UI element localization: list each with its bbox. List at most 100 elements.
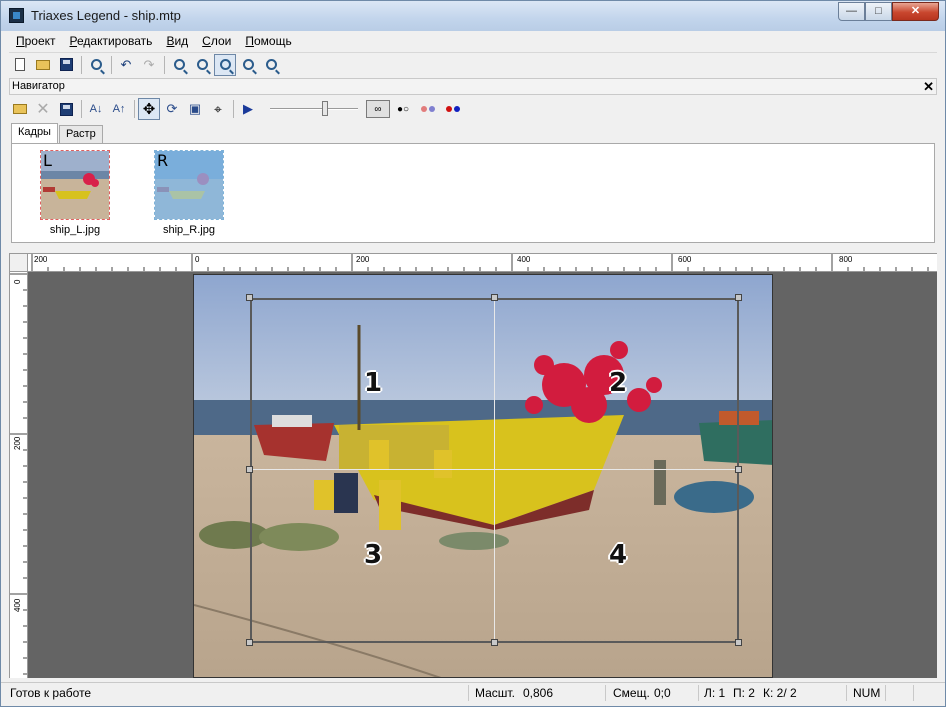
menu-view[interactable]: Вид [159,34,195,48]
undo-icon[interactable]: ↶ [115,54,137,76]
app-icon[interactable] [9,8,24,23]
delete-icon[interactable]: ✕ [32,98,54,120]
resize-icon[interactable]: ▣ [184,98,206,120]
status-bar: Готов к работе Масшт. 0,806 Смещ. 0;0 Л:… [1,682,945,702]
grid-handle[interactable] [246,466,253,473]
title-bar[interactable]: Triaxes Legend - ship.mtp — □ ✕ [1,1,945,31]
tab-frames[interactable]: Кадры [11,123,58,143]
open-frames-icon[interactable] [9,98,31,120]
menu-help[interactable]: Помощь [238,34,298,48]
zoom-out-icon[interactable] [191,54,213,76]
grid-divider-horizontal[interactable] [250,469,739,470]
frame-item-left[interactable]: L ship_L.jpg [30,150,120,236]
status-separator [468,685,469,701]
status-separator [885,685,886,701]
ruler-label: 400 [517,255,531,264]
close-button[interactable]: ✕ [892,2,939,21]
stereo-mode-infinity-icon[interactable]: ∞ [366,100,390,118]
frames-panel: L ship_L.jpg R ship_R.jpg [11,143,935,243]
ruler-label: 200 [13,436,22,450]
zone-label-3: 3 [364,540,383,570]
image-canvas[interactable]: 1 2 3 4 [28,272,937,678]
ruler-label: 400 [13,598,22,612]
frame-letter: L [43,151,52,170]
print-preview-icon[interactable] [85,54,107,76]
open-folder-icon[interactable] [32,54,54,76]
crop-icon[interactable]: ⌖ [207,98,229,120]
rotate-icon[interactable]: ⟳ [161,98,183,120]
slider-thumb[interactable] [322,101,328,116]
vertical-ruler: 0 200 400 [9,272,28,678]
grid-handle[interactable] [246,639,253,646]
frame-filename: ship_L.jpg [49,224,101,236]
status-scale-label: Масшт. [475,686,515,700]
toolbar-separator [233,100,234,118]
grid-handle[interactable] [735,466,742,473]
toolbar-separator [81,100,82,118]
redo-icon[interactable]: ↷ [138,54,160,76]
navigator-header: Навигатор ✕ [9,78,937,95]
ruler-label: 0 [13,279,22,284]
ruler-corner [9,253,28,272]
new-document-icon[interactable] [9,54,31,76]
grid-handle[interactable] [491,294,498,301]
status-layer: Л: 1 [704,686,726,700]
minimize-button[interactable]: — [838,2,865,21]
tab-raster[interactable]: Растр [58,125,103,143]
zoom-actual-icon[interactable] [260,54,282,76]
ruler-label: 200 [34,255,48,264]
sort-ascending-icon[interactable]: A↓ [85,98,107,120]
status-separator [846,685,847,701]
grid-handle[interactable] [491,639,498,646]
ruler-label: 800 [839,255,853,264]
grid-handle[interactable] [246,294,253,301]
zone-label-1: 1 [364,368,383,398]
zone-label-2: 2 [609,368,628,398]
horizontal-ruler: 200 0 200 400 600 800 [28,253,937,272]
play-icon[interactable]: ▶ [237,98,259,120]
status-ready: Готов к работе [10,686,92,700]
ruler-label: 0 [195,255,200,264]
toolbar-separator [164,55,165,74]
toolbar-separator [81,55,82,74]
grid-handle[interactable] [735,639,742,646]
save-frames-icon[interactable] [55,98,77,120]
status-num: NUM [853,686,881,700]
zoom-fit-icon[interactable] [214,53,236,76]
status-offset-value: 0;0 [654,686,671,700]
maximize-button[interactable]: □ [865,2,892,21]
ruler-label: 600 [678,255,692,264]
ruler-label: 200 [356,255,370,264]
app-window: Triaxes Legend - ship.mtp — □ ✕ Проект Р… [0,0,946,707]
stereo-mode-anaglyph-light-icon[interactable] [416,100,440,118]
frame-thumbnail[interactable]: L [40,150,110,220]
navigator-title: Навигатор [12,80,65,92]
navigator-tabs: Кадры Растр [11,123,104,143]
sort-descending-icon[interactable]: A↑ [108,98,130,120]
grid-divider-vertical[interactable] [494,298,495,643]
status-scale-value: 0,806 [523,686,554,700]
status-pass: П: 2 [733,686,755,700]
zone-label-4: 4 [609,540,628,570]
frame-item-right[interactable]: R ship_R.jpg [144,150,234,236]
zoom-in-icon[interactable] [168,54,190,76]
menu-edit[interactable]: Редактировать [63,34,160,48]
status-separator [605,685,606,701]
move-icon[interactable]: ✥ [138,98,160,120]
save-icon[interactable] [55,54,77,76]
stereo-mode-pair-icon[interactable]: ●○ [391,100,415,118]
toolbar-separator [111,55,112,74]
navigator-close-icon[interactable]: ✕ [923,79,934,94]
frame-filename: ship_R.jpg [163,224,215,236]
menu-project[interactable]: Проект [9,34,63,48]
menu-layers[interactable]: Слои [195,34,238,48]
toolbar-separator [134,100,135,118]
window-title: Triaxes Legend - ship.mtp [31,8,181,23]
stereo-mode-anaglyph-icon[interactable] [441,100,465,118]
grid-handle[interactable] [735,294,742,301]
zoom-region-icon[interactable] [237,54,259,76]
status-frame: К: 2/ 2 [763,686,797,700]
menu-bar: Проект Редактировать Вид Слои Помощь [9,31,937,51]
frame-thumbnail[interactable]: R [154,150,224,220]
speed-slider[interactable] [270,101,358,116]
